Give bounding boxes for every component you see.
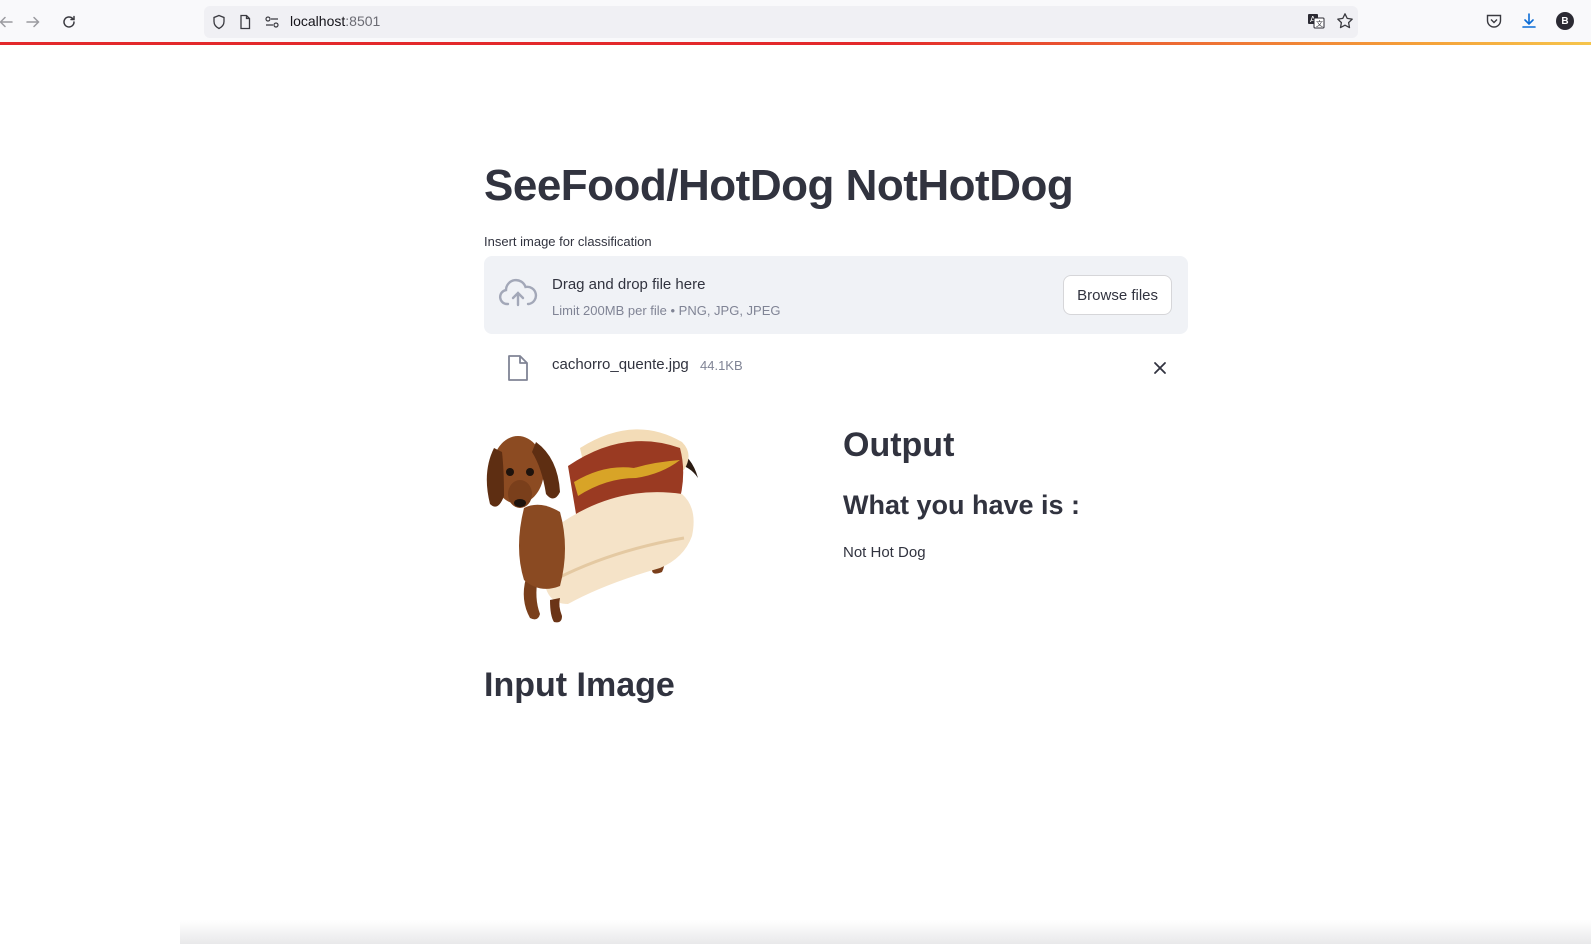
cloud-upload-icon [498,278,538,307]
window-bottom-shadow [180,920,1591,944]
dropzone-title: Drag and drop file here [552,276,706,293]
bookmark-star-icon[interactable] [1336,12,1354,30]
input-image-heading: Input Image [484,666,675,704]
uploaded-file-name: cachorro_quente.jpg [552,356,689,373]
browser-toolbar: localhost:8501 A文 B [0,0,1591,44]
profile-avatar[interactable]: B [1556,12,1574,30]
input-image-dachshund-hotdog [486,429,698,623]
back-icon[interactable] [0,10,18,34]
result-heading: What you have is : [843,490,1081,520]
url-host: localhost [290,13,346,29]
shield-icon[interactable] [211,14,227,30]
download-icon[interactable] [1520,12,1538,30]
svg-text:文: 文 [1316,19,1323,28]
classification-result: Not Hot Dog [843,544,926,561]
page-icon[interactable] [237,14,253,30]
close-icon [1154,362,1166,374]
remove-file-button[interactable] [1148,356,1172,380]
output-heading: Output [843,426,955,464]
browse-files-button[interactable]: Browse files [1063,275,1172,315]
permissions-icon[interactable] [264,14,280,30]
dropzone-limit: Limit 200MB per file • PNG, JPG, JPEG [552,303,781,318]
uploader-label: Insert image for classification [484,234,652,249]
forward-icon[interactable] [21,10,45,34]
file-icon [508,355,528,381]
uploaded-file-row: cachorro_quente.jpg 44.1KB [484,350,1188,386]
reload-icon[interactable] [57,10,81,34]
file-dropzone[interactable]: Drag and drop file here Limit 200MB per … [484,256,1188,334]
url-text[interactable]: localhost:8501 [290,13,380,29]
translate-icon[interactable]: A文 [1307,12,1325,30]
page-load-bar [0,42,1591,45]
url-port: :8501 [345,13,381,29]
uploaded-file-size: 44.1KB [700,358,743,373]
pocket-icon[interactable] [1485,12,1503,30]
page-title: SeeFood/HotDog NotHotDog [484,161,1074,210]
